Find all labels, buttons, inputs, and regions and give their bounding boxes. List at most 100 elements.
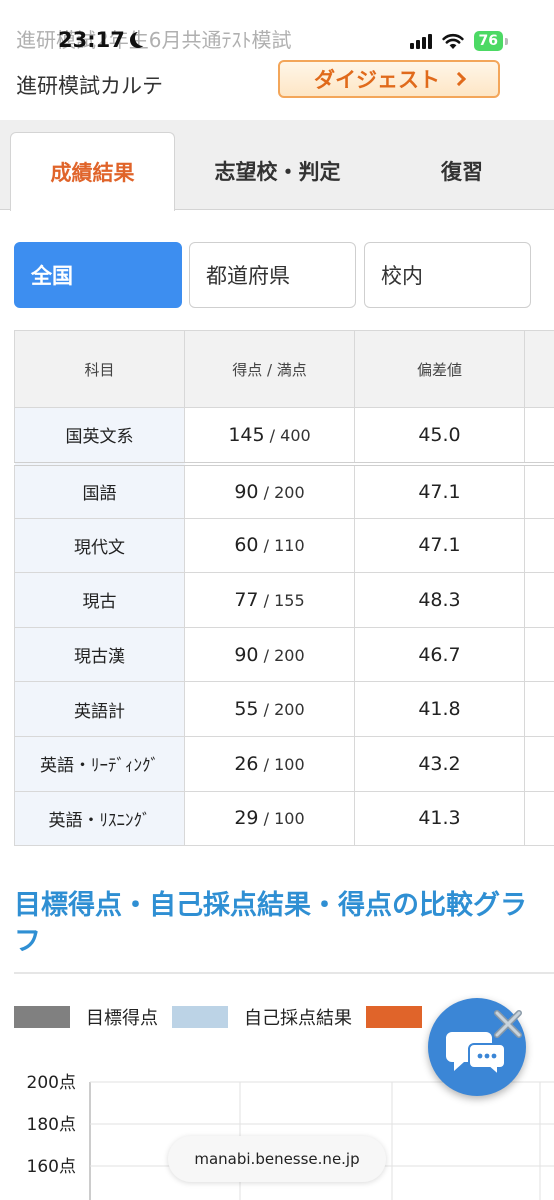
battery-icon: 76 — [473, 31, 508, 51]
legend-label-self-score: 自己採点結果 — [244, 1008, 352, 1029]
cell-score-value: 90 — [234, 643, 259, 666]
cell-score-value: 29 — [234, 807, 259, 830]
cell-score-value: 77 — [234, 588, 259, 611]
section-divider — [14, 972, 554, 974]
chevron-right-icon — [451, 71, 467, 87]
cell-score: 90 / 200 — [184, 626, 355, 683]
region-national-label: 全国 — [31, 264, 73, 288]
cell-score-max: 400 — [280, 425, 311, 445]
main-tabs: 成績結果 志望校・判定 復習 — [0, 120, 554, 211]
cell-score-max-sep: / — [258, 700, 275, 720]
status-bar: 進研模試2年生6月共通ﾃｽﾄ模試 23:17 76 — [0, 0, 554, 58]
tab-results[interactable]: 成績結果 — [10, 132, 175, 211]
region-national-button[interactable]: 全国 — [14, 242, 182, 308]
legend-item-target: 目標得点 — [14, 1004, 158, 1030]
digest-label: ダイジェスト — [314, 68, 440, 92]
signal-icon — [409, 33, 432, 49]
cell-score-value: 90 — [234, 480, 259, 503]
cell-score: 77 / 155 — [184, 572, 355, 628]
cell-deviation: 48.3 — [354, 572, 525, 628]
legend-label-target: 目標得点 — [86, 1008, 158, 1029]
cell-score-max: 100 — [274, 754, 305, 774]
system-icons: 76 — [409, 31, 508, 51]
cell-subject: 国英文系 — [14, 407, 185, 466]
region-prefecture-label: 都道府県 — [206, 264, 290, 288]
url-bar[interactable]: manabi.benesse.ne.jp — [168, 1136, 386, 1182]
cell-overflow — [524, 735, 554, 792]
region-prefecture-button[interactable]: 都道府県 — [189, 242, 356, 308]
wifi-icon — [441, 33, 464, 49]
cell-score-max: 200 — [274, 482, 305, 502]
clock: 23:17 — [58, 28, 145, 52]
legend-item-self-score: 自己採点結果 — [172, 1004, 352, 1030]
legend-swatch-score — [366, 1006, 422, 1028]
table-row: 英語計 55 / 200 41.8 — [14, 681, 554, 737]
cell-overflow — [524, 517, 554, 574]
header-subject: 科目 — [14, 330, 185, 408]
header: 進研模試カルテ ダイジェスト — [0, 58, 554, 118]
digest-button[interactable]: ダイジェスト — [278, 60, 500, 98]
cell-score: 145 / 400 — [184, 407, 355, 466]
cell-score-value: 145 — [228, 423, 265, 446]
cell-deviation: 43.2 — [354, 735, 525, 792]
table-header-row: 科目 得点 / 満点 偏差値 — [14, 330, 554, 408]
cell-overflow — [524, 572, 554, 628]
cell-overflow — [524, 626, 554, 683]
cell-score-value: 60 — [234, 534, 259, 557]
clock-time: 23:17 — [58, 28, 125, 52]
cell-score-max-sep: / — [258, 482, 275, 502]
cell-deviation: 41.8 — [354, 681, 525, 737]
cell-subject: 英語計 — [14, 681, 185, 737]
cell-score: 26 / 100 — [184, 735, 355, 792]
section-heading: 目標得点・自己採点結果・得点の比較グラフ — [14, 890, 527, 957]
header-overflow — [524, 330, 554, 408]
cell-deviation: 45.0 — [354, 407, 525, 466]
tab-results-label: 成績結果 — [50, 161, 135, 185]
cell-score-max-sep: / — [258, 536, 275, 556]
header-deviation: 偏差値 — [354, 330, 525, 408]
cell-overflow — [524, 681, 554, 737]
table-row: 国英文系 145 / 400 45.0 — [14, 407, 554, 466]
tab-review-label: 復習 — [441, 160, 483, 184]
y-tick-label: 200点 — [27, 1073, 76, 1093]
cell-score-max-sep: / — [258, 809, 275, 829]
cell-subject: 現古 — [14, 572, 185, 628]
table-row: 現代文 60 / 110 47.1 — [14, 517, 554, 574]
y-tick-label: 180点 — [27, 1115, 76, 1135]
cell-score-value: 26 — [234, 752, 259, 775]
cell-overflow — [524, 790, 554, 847]
karte-title: 進研模試カルテ — [16, 74, 163, 98]
cell-subject: 英語・ﾘｰﾃﾞｨﾝｸﾞ — [14, 735, 185, 792]
cell-score-max: 100 — [274, 809, 305, 829]
cell-subject: 英語・ﾘｽﾆﾝｸﾞ — [14, 790, 185, 847]
cell-deviation: 47.1 — [354, 463, 525, 519]
region-school-button[interactable]: 校内 — [364, 242, 531, 308]
table-row: 現古漢 90 / 200 46.7 — [14, 626, 554, 683]
score-table: 科目 得点 / 満点 偏差値 国英文系 145 / 400 45.0 国語 90 / 2… — [14, 330, 554, 847]
cell-score: 60 / 110 — [184, 517, 355, 574]
header-score: 得点 / 満点 — [184, 330, 355, 408]
cell-score-max-sep: / — [258, 590, 275, 610]
cell-overflow — [524, 463, 554, 519]
cell-deviation: 41.3 — [354, 790, 525, 847]
table-row: 英語・ﾘｰﾃﾞｨﾝｸﾞ 26 / 100 43.2 — [14, 735, 554, 792]
tab-target-school[interactable]: 志望校・判定 — [180, 132, 375, 210]
cell-subject: 国語 — [14, 463, 185, 519]
cell-subject: 現代文 — [14, 517, 185, 574]
cell-deviation: 47.1 — [354, 517, 525, 574]
tab-target-school-label: 志望校・判定 — [214, 160, 341, 184]
tab-review[interactable]: 復習 — [380, 132, 544, 210]
table-row: 国語 90 / 200 47.1 — [14, 463, 554, 519]
cell-score-max-sep: / — [258, 754, 275, 774]
cell-overflow — [524, 407, 554, 466]
table-row: 英語・ﾘｽﾆﾝｸﾞ 29 / 100 41.3 — [14, 790, 554, 847]
table-row: 現古 77 / 155 48.3 — [14, 572, 554, 628]
close-icon[interactable] — [488, 1004, 528, 1044]
cell-score: 55 / 200 — [184, 681, 355, 737]
cell-score-max: 155 — [274, 590, 305, 610]
battery-level: 76 — [473, 31, 503, 51]
region-school-label: 校内 — [381, 264, 423, 288]
cell-subject: 現古漢 — [14, 626, 185, 683]
cell-score-max-sep: / — [264, 425, 281, 445]
cell-score-max-sep: / — [258, 645, 275, 665]
